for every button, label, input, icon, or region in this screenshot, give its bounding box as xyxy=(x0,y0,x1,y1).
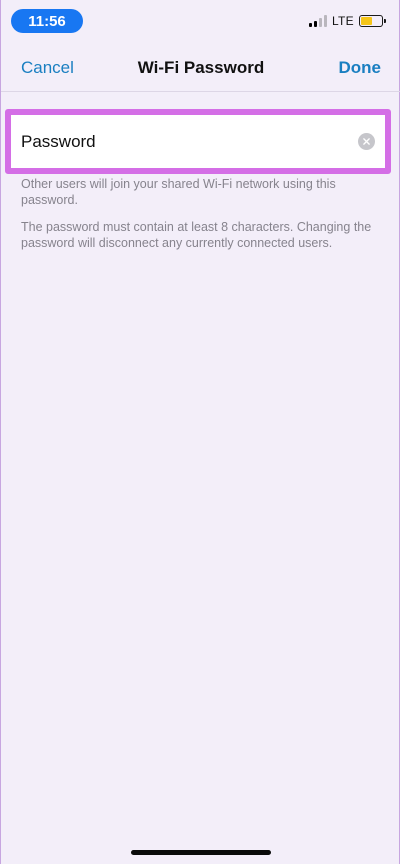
status-bar: 11:56 LTE xyxy=(1,0,400,44)
home-indicator[interactable] xyxy=(131,850,271,855)
battery-icon xyxy=(359,15,386,27)
status-indicators: LTE xyxy=(308,14,386,28)
network-type: LTE xyxy=(331,14,354,28)
screen: 11:56 LTE Cancel Wi-Fi Password Done Oth… xyxy=(0,0,400,864)
password-requirement-note: The password must contain at least 8 cha… xyxy=(21,220,372,250)
cellular-signal-icon xyxy=(308,15,327,27)
navigation-bar: Cancel Wi-Fi Password Done xyxy=(1,44,400,92)
cancel-button[interactable]: Cancel xyxy=(21,58,74,78)
clear-text-icon[interactable] xyxy=(358,133,375,150)
status-time[interactable]: 11:56 xyxy=(11,9,83,33)
shared-network-note: Other users will join your shared Wi-Fi … xyxy=(21,177,336,207)
password-input[interactable] xyxy=(21,131,358,152)
password-field-highlight xyxy=(5,109,391,174)
done-button[interactable]: Done xyxy=(339,58,382,78)
battery-level xyxy=(361,17,372,25)
password-field[interactable] xyxy=(11,115,385,168)
